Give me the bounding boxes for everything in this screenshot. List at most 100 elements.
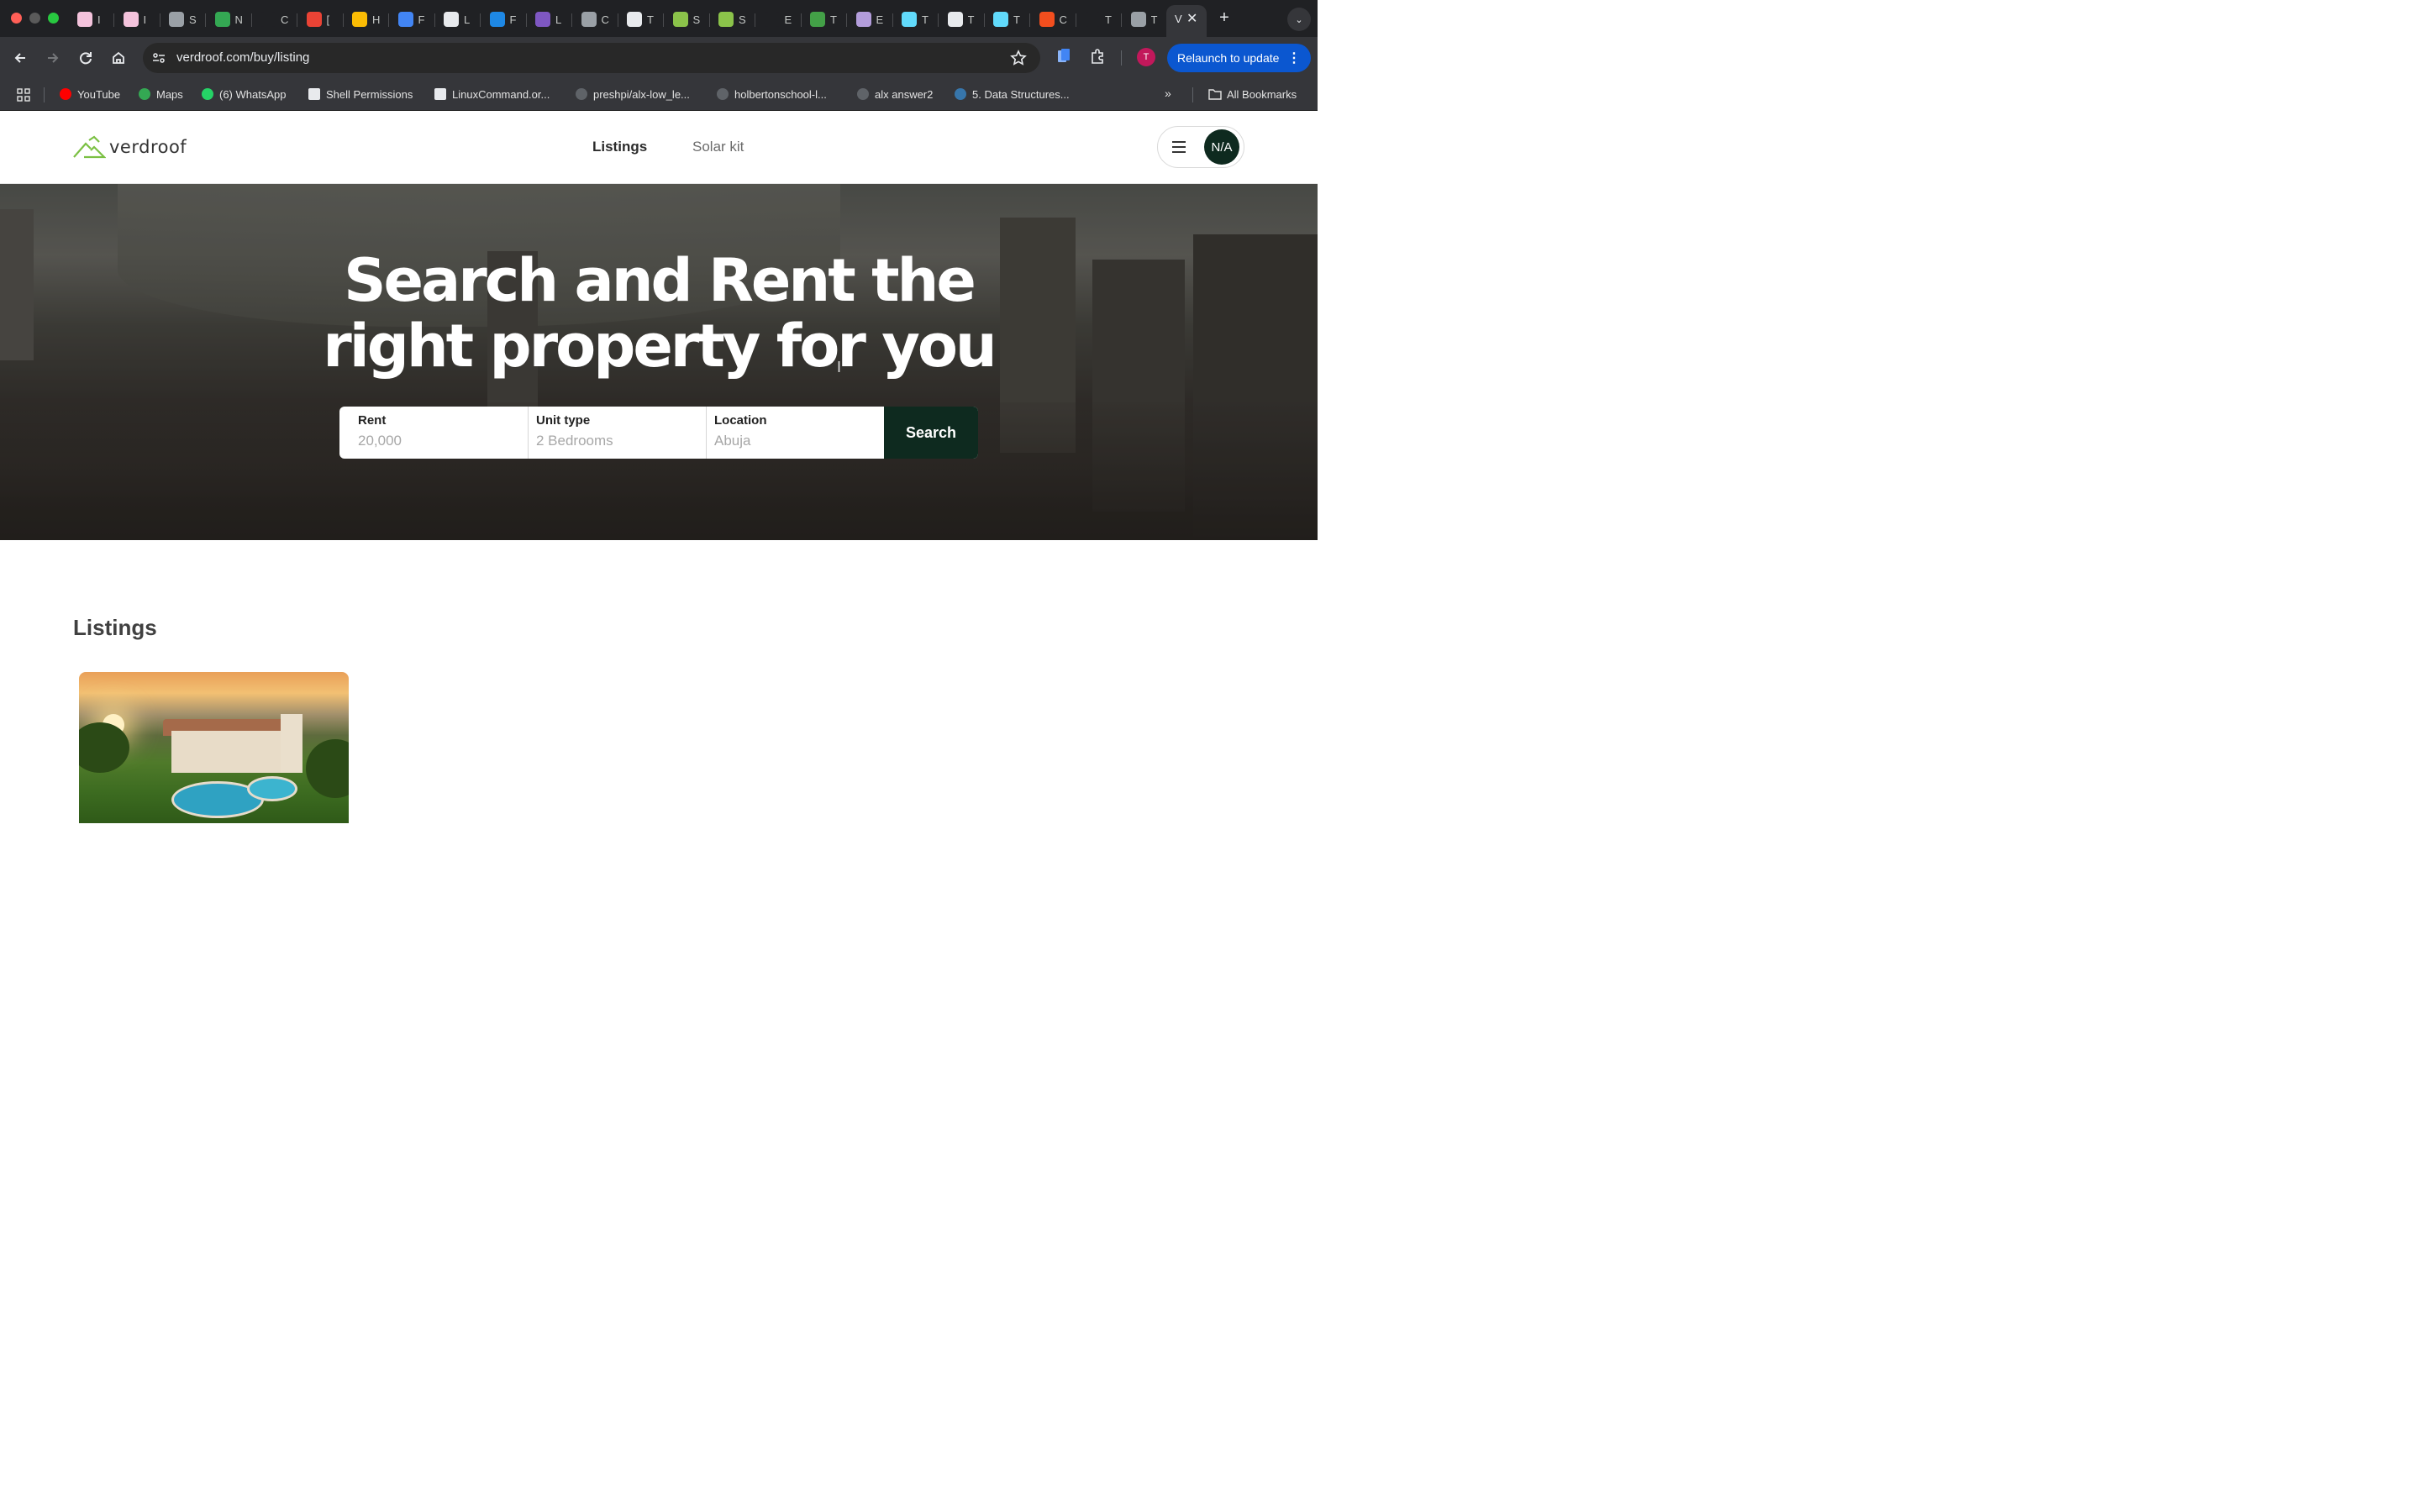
browser-tab[interactable]: E [756,7,802,32]
reading-extension-button[interactable] [1056,48,1071,69]
browser-tab[interactable]: [ [298,7,344,32]
tab-label: L [464,13,471,26]
profile-avatar[interactable]: T [1137,48,1155,66]
bookmark-item[interactable]: YouTube [59,87,120,101]
bookmark-item[interactable]: LinuxCommand.or... [434,87,550,101]
page-icon [308,87,321,101]
browser-tab[interactable]: T [802,7,847,32]
browser-tab[interactable]: I [115,7,160,32]
tab-label: C [601,13,609,26]
browser-tab[interactable]: L [435,7,481,32]
rent-input[interactable]: 20,000 [358,433,528,449]
browser-tab[interactable]: C [1031,7,1076,32]
tab-favicon-icon [169,12,184,27]
close-tab-icon[interactable]: ✕ [1186,10,1197,27]
browser-tab[interactable]: C [573,7,618,32]
bookmark-item[interactable]: (6) WhatsApp [201,87,286,101]
bookmark-item[interactable]: preshpi/alx-low_le... [575,87,690,101]
browser-tab[interactable]: S [665,7,710,32]
minimize-window-button[interactable] [29,13,40,24]
verdroof-logo[interactable]: verdroof [72,135,187,159]
user-menu-button[interactable]: N/A [1157,126,1244,168]
unit-type-field[interactable]: Unit type 2 Bedrooms [528,407,706,459]
tab-label: T [1013,13,1020,26]
tab-favicon-icon [764,12,780,27]
unit-type-input[interactable]: 2 Bedrooms [536,433,706,449]
reload-button[interactable] [76,48,96,68]
tab-label: T [1150,13,1158,26]
browser-tab[interactable]: T [939,7,985,32]
close-window-button[interactable] [11,13,22,24]
tab-search-button[interactable]: ⌄ [1287,8,1311,31]
address-bar[interactable]: verdroof.com/buy/listing [143,43,1040,73]
bookmark-item[interactable]: alx answer2 [856,87,933,101]
maximize-window-button[interactable] [48,13,59,24]
bookmark-star-icon[interactable] [1010,50,1027,66]
browser-tab[interactable]: T [1076,7,1122,32]
browser-tab[interactable]: T [1123,7,1168,32]
more-bookmarks-chevron-icon[interactable]: » [1165,87,1171,100]
tab-favicon-icon [855,12,871,27]
site-info-icon[interactable] [151,50,166,66]
browser-tab[interactable]: T [893,7,939,32]
location-label: Location [714,413,767,428]
browser-tab[interactable]: C [252,7,297,32]
bookmark-item[interactable]: Shell Permissions [308,87,413,101]
tab-label: C [281,13,289,26]
browser-tab[interactable]: F [481,7,527,32]
tab-label: T [967,13,975,26]
browser-tab[interactable]: I [69,7,114,32]
home-button[interactable] [108,48,129,68]
hamburger-menu-icon [1172,141,1186,153]
active-tab[interactable]: V ✕ [1166,5,1207,37]
maps-icon [138,87,151,101]
listing-image-tree [79,722,129,773]
new-tab-button[interactable]: + [1215,8,1234,28]
browser-tab[interactable]: S [710,7,755,32]
bookmarks-divider [44,87,45,102]
tab-favicon-icon [260,12,276,27]
nav-listings[interactable]: Listings [592,139,647,155]
more-vert-icon[interactable]: ⋮ [1287,50,1301,66]
url-text[interactable]: verdroof.com/buy/listing [176,50,309,65]
tab-label: I [143,13,147,26]
tab-label: C [1059,13,1067,26]
tab-favicon-icon [444,12,459,27]
browser-tab[interactable]: L [527,7,572,32]
tab-favicon-icon [581,12,597,27]
all-bookmarks-button[interactable]: All Bookmarks [1208,87,1297,101]
bookmark-label: Shell Permissions [326,87,413,101]
nav-solar-kit[interactable]: Solar kit [692,139,744,155]
listing-card[interactable] [79,672,349,823]
bookmark-item[interactable]: holbertonschool-l... [716,87,827,101]
whatsapp-icon [201,87,214,101]
bookmark-item[interactable]: 5. Data Structures... [954,87,1070,101]
extensions-button[interactable] [1089,48,1106,69]
back-button[interactable] [10,48,30,68]
browser-tab[interactable]: N [207,7,252,32]
all-bookmarks-label: All Bookmarks [1227,87,1297,101]
browser-tab[interactable]: E [848,7,893,32]
logo-text: verdroof [109,137,187,157]
apps-grid-icon[interactable] [17,88,30,102]
hero-banner: Search and Rent the right property for y… [0,184,1318,540]
bookmarks-bar: YouTube Maps (6) WhatsApp Shell Permissions… [0,79,1318,111]
tab-favicon-icon [718,12,734,27]
relaunch-button[interactable]: Relaunch to update ⋮ [1167,44,1311,72]
browser-tab[interactable]: H [344,7,389,32]
forward-button[interactable] [43,48,63,68]
browser-tab[interactable]: T [618,7,664,32]
tab-favicon-icon [947,12,963,27]
browser-tab[interactable]: F [390,7,435,32]
bookmark-item[interactable]: Maps [138,87,183,101]
toolbar-divider [1121,50,1122,66]
browser-tab[interactable]: T [985,7,1030,32]
bookmark-label: (6) WhatsApp [219,87,287,101]
location-input[interactable]: Abuja [714,433,884,449]
search-button[interactable]: Search [884,407,978,459]
tab-label: T [922,13,929,26]
location-field[interactable]: Location Abuja [706,407,884,459]
browser-tab[interactable]: S [160,7,206,32]
rent-field[interactable]: Rent 20,000 [339,407,528,459]
tab-label: F [418,13,425,26]
